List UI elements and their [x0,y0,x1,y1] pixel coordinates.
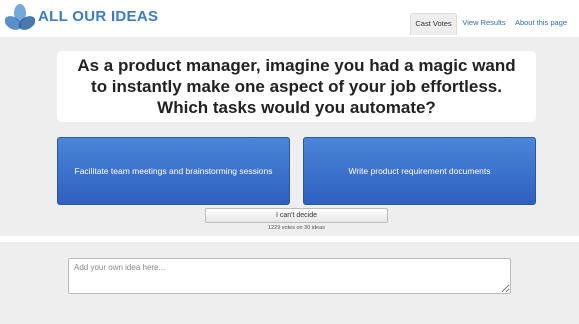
question-card: As a product manager, imagine you had a … [57,51,536,122]
section-divider [0,236,579,242]
add-idea-input[interactable] [68,258,511,294]
tab-cast-votes[interactable]: Cast Votes [410,13,457,35]
logo-icon [5,4,35,30]
question-text: As a product manager, imagine you had a … [77,56,516,117]
top-bar: ALL OUR IDEAS Cast Votes View Results Ab… [0,0,579,37]
choice-right-button[interactable]: Write product requirement documents [303,137,536,205]
tab-about-this-page[interactable]: About this page [511,13,571,35]
brand-title[interactable]: ALL OUR IDEAS [38,8,158,25]
cant-decide-button[interactable]: I can't decide [205,208,388,223]
tab-view-results[interactable]: View Results [460,13,508,35]
vote-count-text: 1229 votes on 30 ideas [268,225,325,231]
choice-left-button[interactable]: Facilitate team meetings and brainstormi… [57,137,290,205]
